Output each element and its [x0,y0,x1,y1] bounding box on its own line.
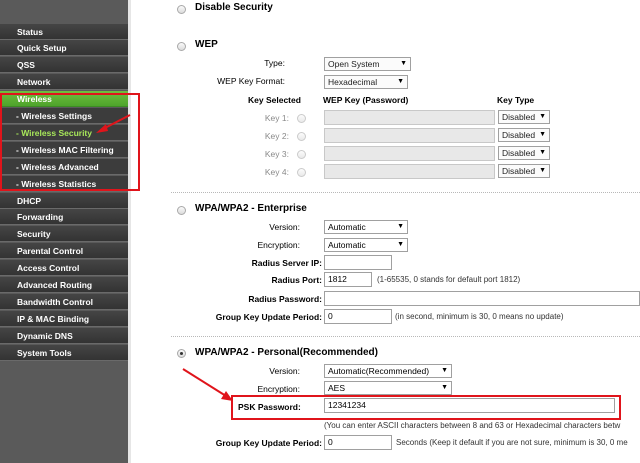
psk-password-arrow-head [221,391,233,401]
wireless-security-arrow [102,114,131,130]
psk-password-arrow [182,368,227,397]
annotation-arrows [96,114,233,401]
wireless-security-arrow-head [96,124,108,133]
